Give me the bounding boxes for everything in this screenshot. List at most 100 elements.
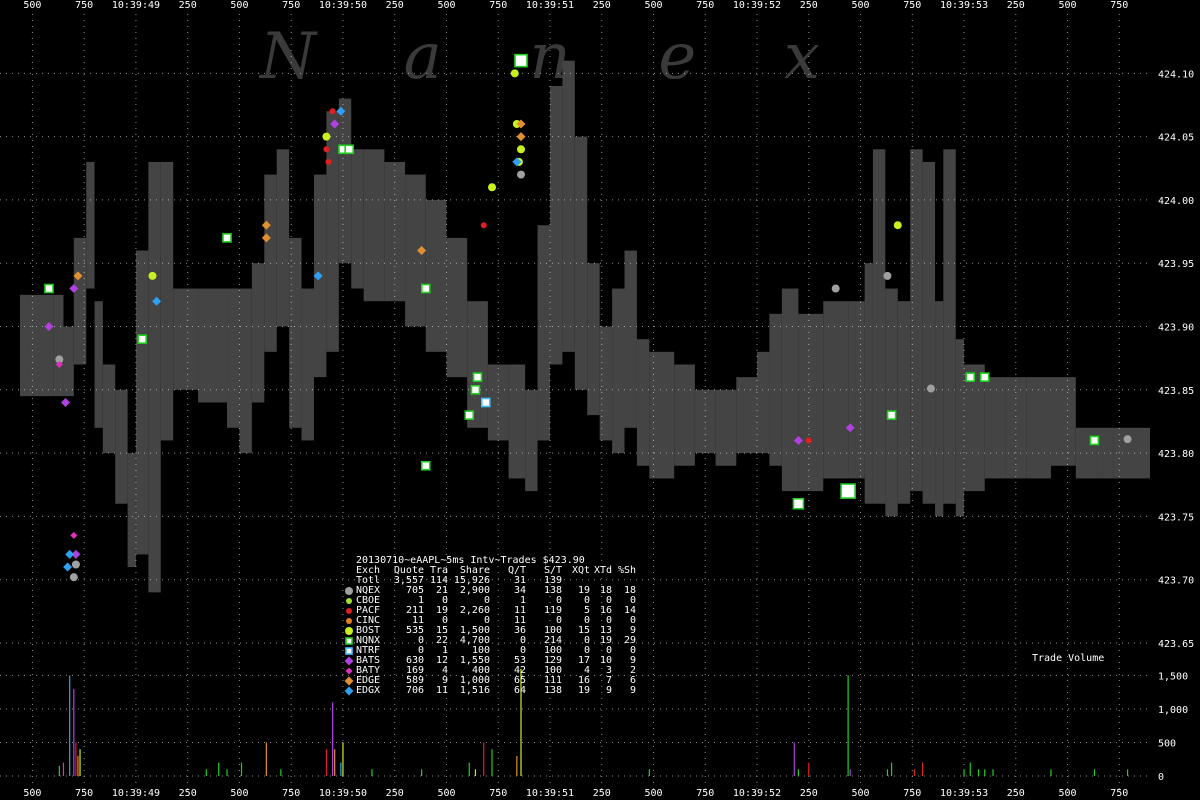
time-tick-label-bottom: 750 <box>903 788 921 799</box>
spread-band-segment <box>160 161 174 441</box>
spread-band-segment <box>467 301 488 428</box>
price-tick-label: 423.90 <box>1158 323 1194 334</box>
trade-marker <box>470 385 481 395</box>
legend-cell: 138 <box>543 685 562 696</box>
trade-marker <box>840 483 856 499</box>
time-tick-label-bottom: 500 <box>23 788 41 799</box>
legend-cell: 1,516 <box>459 685 490 696</box>
time-tick-label-top: 750 <box>903 0 921 11</box>
time-tick-label-bottom: 10:39:50 <box>319 788 367 799</box>
time-tick-label-top: 750 <box>282 0 300 11</box>
legend-cell: 9 <box>605 685 612 696</box>
legend-marker-icon <box>342 686 356 696</box>
time-tick-label-bottom: 250 <box>386 788 404 799</box>
time-tick-label-top: 500 <box>1059 0 1077 11</box>
quote-marker <box>70 531 78 539</box>
legend-marker-icon <box>342 646 356 656</box>
price-tick-label: 423.95 <box>1158 259 1194 270</box>
spread-band-segment <box>823 301 849 479</box>
spread-band-segment <box>885 288 898 517</box>
time-tick-label-top: 250 <box>593 0 611 11</box>
legend-table: 20130710~eAAPL~5ms Intv~Trades $423.90 E… <box>342 556 636 696</box>
time-tick-label-top: 500 <box>644 0 662 11</box>
spread-band-segment <box>955 339 965 517</box>
quote-marker <box>323 146 330 153</box>
spread-band-segment <box>301 288 314 441</box>
spread-band-segment <box>757 351 770 454</box>
quote-marker <box>893 221 902 230</box>
time-tick-label-top: 500 <box>851 0 869 11</box>
spread-band-segment <box>984 377 1006 479</box>
quote-marker <box>480 222 487 229</box>
time-tick-label-bottom: 250 <box>800 788 818 799</box>
spread-band-segment <box>227 288 240 428</box>
spread-band-segment <box>487 364 509 441</box>
quote-marker <box>1123 435 1132 444</box>
spread-band-segment <box>102 364 116 454</box>
time-tick-label-bottom: 10:39:53 <box>940 788 988 799</box>
spread-band-segment <box>736 377 758 454</box>
time-tick-label-bottom: 500 <box>437 788 455 799</box>
spread-band-segment <box>239 288 252 454</box>
legend-marker-shape <box>345 647 353 655</box>
time-tick-label-top: 750 <box>1110 0 1128 11</box>
trade-marker <box>464 410 475 420</box>
spread-band-segment <box>73 237 87 365</box>
spread-band-segment <box>276 149 290 327</box>
spread-band-segment <box>251 263 265 403</box>
price-tick-label: 423.75 <box>1158 512 1194 523</box>
quote-marker <box>69 573 78 582</box>
time-tick-label-top: 750 <box>696 0 714 11</box>
time-tick-label-bottom: 250 <box>593 788 611 799</box>
spread-band-segment <box>599 326 613 441</box>
trade-marker <box>1089 435 1100 446</box>
quote-marker <box>71 560 80 569</box>
time-tick-label-top: 10:39:52 <box>733 0 781 11</box>
price-tick-label: 423.80 <box>1158 449 1194 460</box>
legend-marker-icon <box>342 616 356 626</box>
spread-band-segment <box>798 313 824 492</box>
time-tick-label-top: 500 <box>230 0 248 11</box>
legend-marker-shape <box>345 627 353 635</box>
time-tick-label-top: 500 <box>23 0 41 11</box>
spread-band-segment <box>148 161 161 593</box>
spread-band-segment <box>198 288 228 403</box>
trade-marker <box>886 410 897 420</box>
time-tick-label-top: 250 <box>386 0 404 11</box>
spread-band-segment <box>943 149 956 504</box>
legend-marker-shape <box>346 608 352 614</box>
time-tick-label-top: 750 <box>75 0 93 11</box>
spread-band-segment <box>525 389 538 492</box>
time-tick-label-top: 750 <box>489 0 507 11</box>
quote-marker <box>148 271 157 280</box>
time-tick-label-bottom: 750 <box>1110 788 1128 799</box>
spread-band-segment <box>781 288 799 492</box>
spread-band-segment <box>127 453 136 568</box>
legend-header-cell: XQt <box>571 565 590 576</box>
spread-band-segment <box>612 288 625 454</box>
legend-marker-icon <box>342 626 356 636</box>
quote-marker <box>510 69 519 78</box>
quote-marker <box>805 437 812 444</box>
legend-marker-icon <box>342 636 356 646</box>
trade-marker <box>979 372 990 382</box>
trade-marker <box>137 334 147 344</box>
legend-row: EDGX 706 11 1,516 64 138 19 9 9 <box>342 686 636 696</box>
price-tick-label: 423.70 <box>1158 576 1194 587</box>
price-tick-label: 423.85 <box>1158 386 1194 397</box>
legend-marker-shape <box>344 686 354 696</box>
quote-marker <box>61 397 71 407</box>
legend-cell: 9 <box>629 685 636 696</box>
time-tick-label-bottom: 750 <box>75 788 93 799</box>
legend-cell: 706 <box>405 685 424 696</box>
trade-marker <box>481 397 491 408</box>
legend-marker-icon <box>342 606 356 616</box>
legend-marker-icon <box>342 596 356 606</box>
spread-band-segment <box>63 326 74 397</box>
spread-band-segment <box>86 161 95 289</box>
legend-marker-shape <box>345 587 353 595</box>
time-tick-label-top: 250 <box>179 0 197 11</box>
legend-marker-shape <box>345 637 353 645</box>
spread-band-segment <box>508 364 526 479</box>
spread-band-segment <box>587 263 600 416</box>
